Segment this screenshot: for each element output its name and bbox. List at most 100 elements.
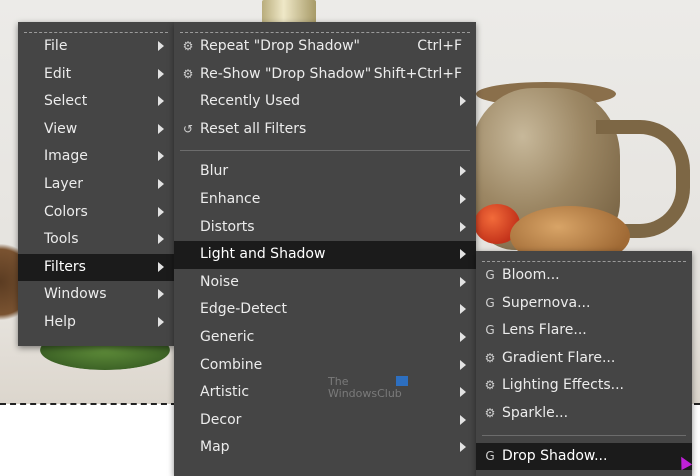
menu-item-label: Layer (44, 175, 84, 192)
menu-item-file[interactable]: File (18, 33, 174, 61)
menu-item-label: Recently Used (200, 93, 301, 110)
menu-item-select[interactable]: Select (18, 88, 174, 116)
watermark: The WindowsClub (328, 376, 402, 400)
submenu-arrow-icon (158, 261, 164, 272)
menu-item-label: Colors (44, 203, 88, 220)
menu-item-supernova[interactable]: G Supernova... (476, 290, 692, 318)
menu-item-sparkle[interactable]: ⚙ Sparkle... (476, 400, 692, 428)
menu-item-label: Filters (44, 258, 86, 275)
gegl-icon: G (485, 323, 495, 338)
filters-menu-tearoff[interactable] (180, 22, 470, 33)
light-menu-tearoff[interactable] (482, 251, 686, 262)
submenu-arrow-icon (158, 289, 164, 300)
gegl-icon: G (485, 448, 495, 463)
menu-item-label: Image (44, 148, 88, 165)
menu-item-reshow-drop-shadow[interactable]: ⚙ Re-Show "Drop Shadow" Shift+Ctrl+F (174, 61, 476, 89)
menu-item-label: Light and Shadow (200, 246, 326, 263)
menu-item-noise[interactable]: Noise (174, 269, 476, 297)
submenu-arrow-icon (158, 206, 164, 217)
filters-menu: ⚙ Repeat "Drop Shadow" Ctrl+F ⚙ Re-Show … (174, 22, 476, 476)
submenu-arrow-icon (158, 178, 164, 189)
submenu-arrow-icon (460, 193, 466, 204)
menu-item-tools[interactable]: Tools (18, 226, 174, 254)
plugin-icon: ⚙ (484, 405, 496, 420)
menu-item-artistic[interactable]: Artistic (174, 379, 476, 407)
menu-item-bloom[interactable]: G Bloom... (476, 262, 692, 290)
plugin-icon: ⚙ (484, 350, 496, 365)
menu-item-label: Sparkle... (502, 404, 569, 421)
menu-item-label: Decor (200, 411, 242, 428)
submenu-arrow-icon (158, 96, 164, 107)
submenu-arrow-icon (158, 316, 164, 327)
menu-item-map[interactable]: Map (174, 434, 476, 462)
menu-item-reset-all-filters[interactable]: ↺ Reset all Filters (174, 116, 476, 144)
menu-item-label: Bloom... (502, 267, 560, 283)
submenu-arrow-icon (158, 234, 164, 245)
submenu-arrow-icon (460, 359, 466, 370)
menu-separator (180, 150, 470, 152)
menu-item-label: Edit (44, 65, 72, 82)
menu-item-decor[interactable]: Decor (174, 407, 476, 435)
menu-item-help[interactable]: Help (18, 309, 174, 337)
menu-item-label: Lens Flare... (502, 322, 587, 339)
menu-item-label: Lighting Effects... (502, 377, 624, 394)
menu-item-label: Supernova... (502, 294, 591, 311)
menu-item-lens-flare[interactable]: G Lens Flare... (476, 317, 692, 345)
watermark-line2: WindowsClub (328, 387, 402, 400)
menu-item-label: Repeat "Drop Shadow" (200, 38, 360, 54)
menu-item-label: Select (44, 93, 88, 110)
menu-item-label: Enhance (200, 190, 261, 207)
menu-item-label: Blur (200, 163, 229, 180)
watermark-logo-icon (396, 376, 408, 386)
menu-item-label: Distorts (200, 218, 255, 235)
menu-item-gradient-flare[interactable]: ⚙ Gradient Flare... (476, 345, 692, 373)
menu-item-lighting-effects[interactable]: ⚙ Lighting Effects... (476, 372, 692, 400)
menu-item-edge-detect[interactable]: Edge-Detect (174, 296, 476, 324)
menu-item-distorts[interactable]: Distorts (174, 214, 476, 242)
menu-item-view[interactable]: View (18, 116, 174, 144)
submenu-arrow-icon (460, 221, 466, 232)
submenu-arrow-icon (460, 304, 466, 315)
menu-item-windows[interactable]: Windows (18, 281, 174, 309)
submenu-arrow-icon (460, 166, 466, 177)
menu-item-layer[interactable]: Layer (18, 171, 174, 199)
menu-item-colors[interactable]: Colors (18, 199, 174, 227)
menu-item-enhance[interactable]: Enhance (174, 186, 476, 214)
menu-item-combine[interactable]: Combine (174, 352, 476, 380)
menu-item-filters[interactable]: Filters (18, 253, 174, 282)
submenu-arrow-icon (158, 123, 164, 134)
menu-item-blur[interactable]: Blur (174, 158, 476, 186)
menu-item-label: Gradient Flare... (502, 349, 616, 366)
menu-item-label: Reset all Filters (200, 120, 307, 137)
gegl-icon: G (485, 268, 495, 282)
menu-item-label: Help (44, 313, 76, 330)
submenu-arrow-icon (460, 249, 466, 260)
reshow-icon: ⚙ (182, 66, 194, 81)
plugin-icon: ⚙ (484, 378, 496, 393)
menu-item-label: Drop Shadow... (502, 447, 608, 464)
submenu-arrow-icon (460, 331, 466, 342)
main-menu-tearoff[interactable] (24, 22, 168, 33)
menu-item-generic[interactable]: Generic (174, 324, 476, 352)
menu-item-label: Combine (200, 356, 263, 373)
menu-item-label: Noise (200, 273, 239, 290)
menu-item-label: File (44, 38, 68, 54)
submenu-arrow-icon (158, 68, 164, 79)
menu-separator (482, 434, 686, 436)
light-and-shadow-menu: G Bloom... G Supernova... G Lens Flare... ⚙… (476, 251, 692, 476)
submenu-arrow-icon (460, 442, 466, 453)
menu-item-label: Edge-Detect (200, 301, 287, 318)
menu-item-image[interactable]: Image (18, 143, 174, 171)
repeat-icon: ⚙ (182, 39, 194, 53)
submenu-arrow-icon (158, 151, 164, 162)
menu-item-repeat-drop-shadow[interactable]: ⚙ Repeat "Drop Shadow" Ctrl+F (174, 33, 476, 61)
submenu-arrow-icon (460, 96, 466, 107)
menu-item-edit[interactable]: Edit (18, 61, 174, 89)
submenu-arrow-icon (460, 276, 466, 287)
menu-item-light-and-shadow[interactable]: Light and Shadow (174, 241, 476, 269)
submenu-arrow-icon (460, 414, 466, 425)
menu-item-drop-shadow[interactable]: G Drop Shadow... (476, 442, 692, 471)
menu-item-recently-used[interactable]: Recently Used (174, 88, 476, 116)
submenu-arrow-icon (158, 41, 164, 51)
menu-item-label: Tools (44, 231, 79, 248)
